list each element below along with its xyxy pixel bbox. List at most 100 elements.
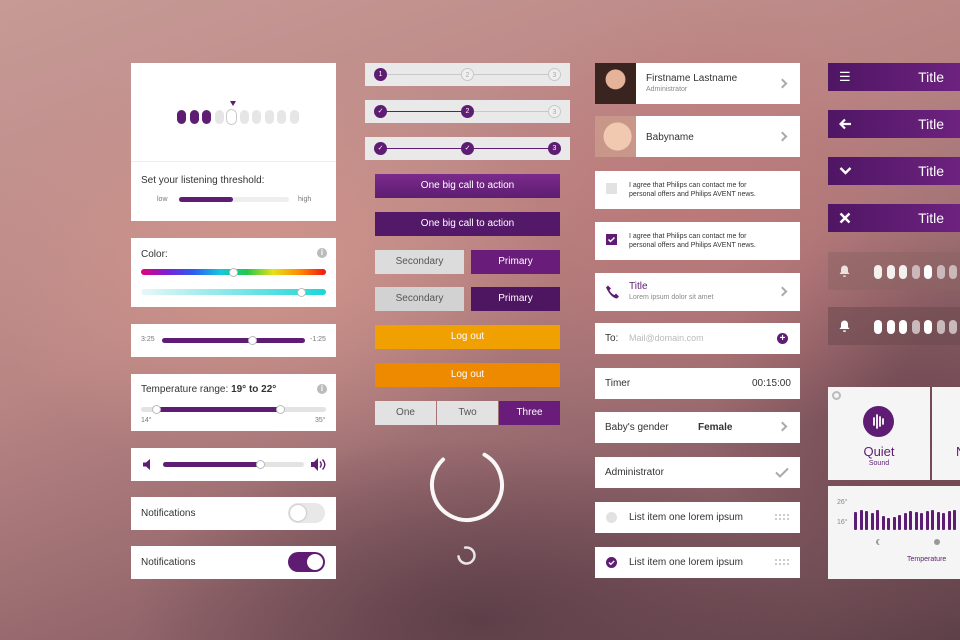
- secondary-button[interactable]: Secondary: [375, 250, 464, 274]
- hue-knob[interactable]: [230, 269, 237, 276]
- close-icon[interactable]: [839, 212, 851, 224]
- call-list-item[interactable]: Title Lorem ipsum dolor sit amet: [595, 273, 800, 311]
- level-dot[interactable]: [924, 265, 932, 279]
- next-tile[interactable]: N: [932, 387, 960, 480]
- threshold-dot[interactable]: [264, 110, 274, 124]
- secondary-button[interactable]: Secondary: [375, 287, 464, 311]
- level-dot[interactable]: [949, 265, 957, 279]
- segment-one[interactable]: One: [375, 401, 436, 425]
- threshold-dot[interactable]: [277, 110, 286, 124]
- level-dot[interactable]: [911, 265, 920, 279]
- profile-list-item[interactable]: Firstname Lastname Administrator: [595, 63, 800, 104]
- volume-high-icon[interactable]: [311, 458, 327, 471]
- radio-selected[interactable]: [606, 557, 617, 568]
- level-dot[interactable]: [911, 320, 920, 334]
- logout-button[interactable]: Log out: [375, 325, 560, 349]
- level-dot[interactable]: [936, 265, 945, 279]
- progress-knob[interactable]: [249, 337, 256, 344]
- threshold-dot[interactable]: [189, 110, 199, 124]
- logout-button[interactable]: Log out: [375, 363, 560, 387]
- volume-knob[interactable]: [257, 461, 264, 468]
- threshold-strip[interactable]: [828, 307, 960, 345]
- step-2[interactable]: 2: [461, 105, 474, 118]
- cta-button[interactable]: One big call to action: [375, 174, 560, 198]
- step-2[interactable]: 2: [461, 68, 474, 81]
- radio-unselected[interactable]: [606, 512, 617, 523]
- primary-button[interactable]: Primary: [471, 250, 560, 274]
- threshold-dot[interactable]: [239, 110, 249, 124]
- segment-three-selected[interactable]: Three: [499, 401, 560, 425]
- temperature-max-knob[interactable]: [277, 406, 284, 413]
- threshold-dot[interactable]: [252, 110, 261, 124]
- administrator-row[interactable]: Administrator: [595, 457, 800, 488]
- stepper-step-3[interactable]: ✓ ✓ 3: [365, 137, 570, 160]
- info-icon[interactable]: i: [317, 248, 327, 258]
- step-1-done[interactable]: ✓: [374, 105, 387, 118]
- sound-tile[interactable]: Quiet Sound: [828, 387, 930, 480]
- notifications-toggle-on[interactable]: [288, 552, 325, 572]
- drag-handle-icon[interactable]: [775, 514, 789, 520]
- temperature-bar: [942, 513, 945, 530]
- temperature-bar: [953, 510, 956, 530]
- checkbox-checked[interactable]: [606, 234, 617, 245]
- level-dot[interactable]: [874, 265, 882, 279]
- bell-icon: [839, 265, 850, 277]
- level-dot[interactable]: [874, 320, 882, 334]
- threshold-dots[interactable]: [177, 109, 299, 125]
- level-dot[interactable]: [936, 320, 945, 334]
- chevron-down-icon[interactable]: [839, 166, 852, 176]
- level-dot[interactable]: [899, 265, 907, 279]
- baby-list-item[interactable]: Babyname: [595, 116, 800, 157]
- step-2-done[interactable]: ✓: [461, 142, 474, 155]
- list-item-selected[interactable]: List item one lorem ipsum: [595, 547, 800, 578]
- volume-low-icon[interactable]: [143, 459, 153, 470]
- threshold-dot[interactable]: [177, 110, 186, 124]
- level-dot[interactable]: [924, 320, 932, 334]
- back-arrow-icon[interactable]: [839, 118, 852, 130]
- step-3[interactable]: 3: [548, 105, 561, 118]
- threshold-dot[interactable]: [214, 110, 224, 124]
- mail-input[interactable]: Mail@domain.com: [629, 333, 769, 343]
- threshold-slider[interactable]: [179, 197, 289, 202]
- threshold-strip-dim[interactable]: [828, 252, 960, 290]
- threshold-dot[interactable]: [227, 110, 236, 124]
- toggle-knob: [290, 505, 306, 521]
- consent-checkbox-row[interactable]: I agree that Philips can contact me for …: [595, 222, 800, 260]
- level-dot[interactable]: [949, 320, 957, 334]
- tile-subtitle: Sound: [868, 460, 890, 467]
- notifications-toggle-off[interactable]: [288, 503, 325, 523]
- info-icon[interactable]: i: [317, 384, 327, 394]
- menu-icon[interactable]: ☰: [839, 70, 851, 84]
- step-3[interactable]: 3: [548, 68, 561, 81]
- primary-button[interactable]: Primary: [471, 287, 560, 311]
- list-item[interactable]: List item one lorem ipsum: [595, 502, 800, 533]
- chevron-right-icon: [777, 286, 788, 297]
- temperature-min-knob[interactable]: [153, 406, 160, 413]
- consent-checkbox-row[interactable]: I agree that Philips can contact me for …: [595, 171, 800, 209]
- shade-knob[interactable]: [298, 289, 305, 296]
- checkbox-unchecked[interactable]: [606, 183, 617, 194]
- threshold-card: Set your listening threshold: low high: [131, 63, 336, 221]
- temperature-label: Temperature range: 19° to 22°: [141, 384, 276, 395]
- add-icon[interactable]: +: [777, 333, 788, 344]
- drag-handle-icon[interactable]: [775, 559, 789, 565]
- threshold-dot[interactable]: [202, 110, 211, 124]
- temperature-bar: [865, 511, 868, 530]
- temperature-bar: [914, 512, 918, 530]
- progress-track[interactable]: [162, 338, 305, 343]
- cta-button[interactable]: One big call to action: [375, 212, 560, 236]
- timer-row[interactable]: Timer 00:15:00: [595, 368, 800, 399]
- level-dot[interactable]: [886, 320, 895, 334]
- step-1[interactable]: 1: [374, 68, 387, 81]
- threshold-dot[interactable]: [289, 110, 299, 124]
- level-dot[interactable]: [886, 265, 895, 279]
- threshold-high-label: high: [298, 196, 312, 203]
- gender-row[interactable]: Baby's gender Female: [595, 412, 800, 443]
- step-1-done[interactable]: ✓: [374, 142, 387, 155]
- step-3[interactable]: 3: [548, 142, 561, 155]
- stepper-step-1[interactable]: 1 2 3: [365, 63, 570, 86]
- segment-two[interactable]: Two: [437, 401, 498, 425]
- temperature-bars: [854, 508, 960, 538]
- stepper-step-2[interactable]: ✓ 2 3: [365, 100, 570, 123]
- level-dot[interactable]: [899, 320, 907, 334]
